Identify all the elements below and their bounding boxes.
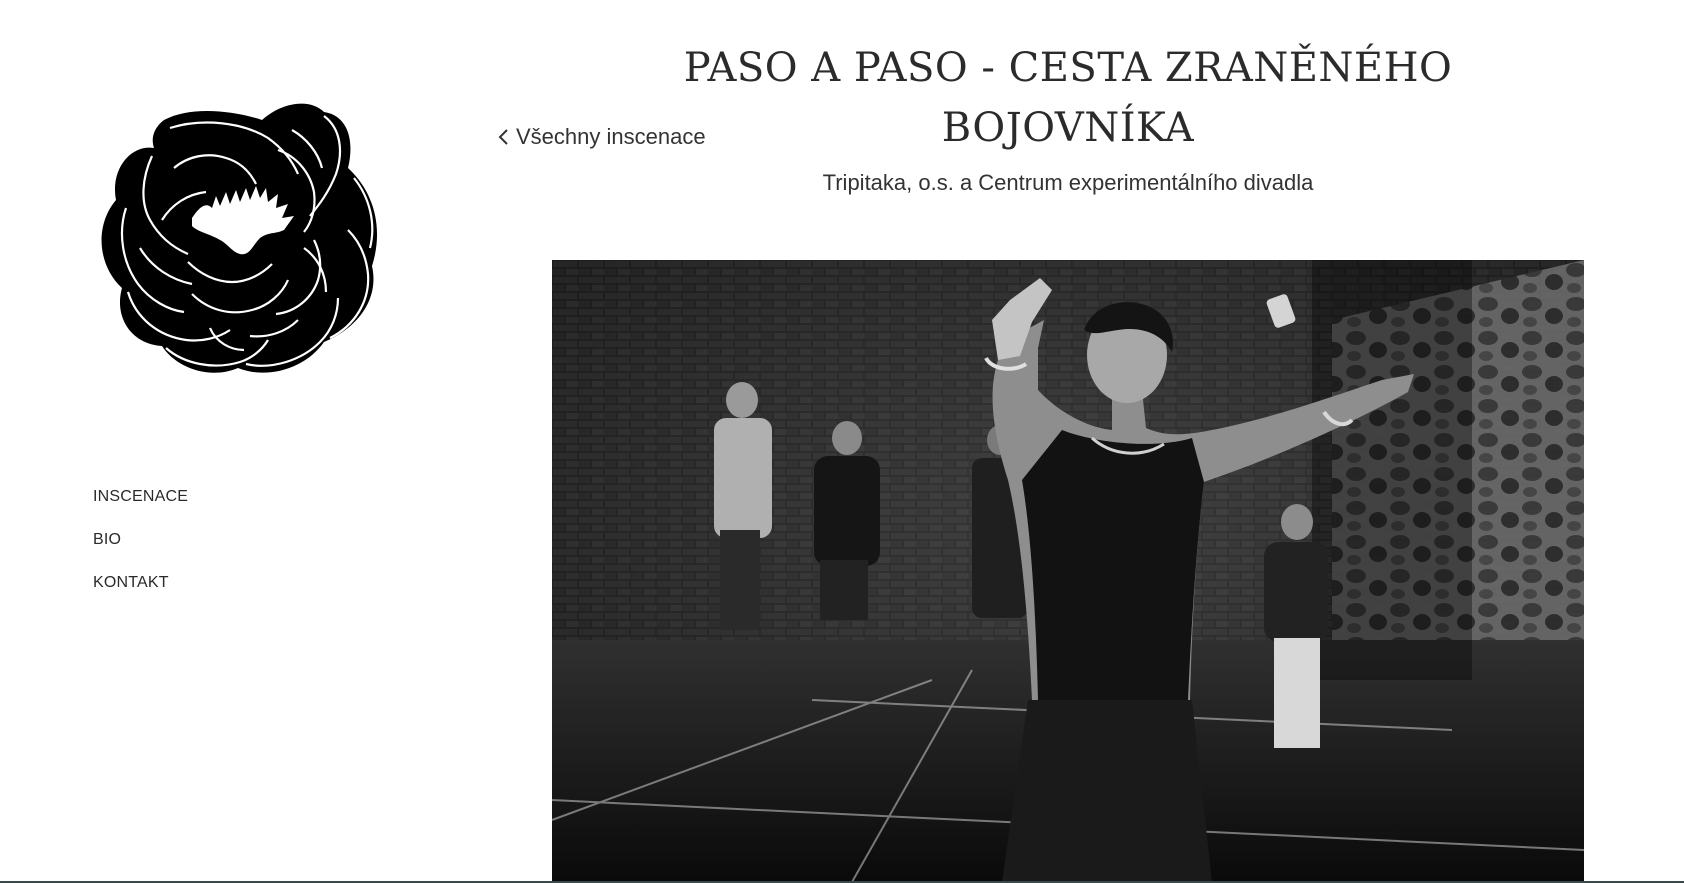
performance-photo-icon — [552, 260, 1584, 882]
page: INSCENACE BIO KONTAKT Všechny inscenace … — [0, 0, 1684, 883]
production-photo[interactable] — [552, 260, 1584, 882]
nav-item-bio[interactable]: BIO — [93, 531, 188, 551]
peony-flower-logo-icon — [101, 103, 378, 373]
nav-item-inscenace[interactable]: INSCENACE — [93, 488, 188, 508]
site-logo[interactable] — [92, 98, 392, 380]
production-title: PASO A PASO - CESTA ZRANĚNÉHO BOJOVNÍKA — [683, 45, 1453, 151]
production-subtitle: Tripitaka, o.s. a Centrum experimentální… — [822, 170, 1314, 195]
nav-item-kontakt[interactable]: KONTAKT — [93, 574, 188, 594]
main-nav: INSCENACE BIO KONTAKT — [93, 488, 188, 617]
chevron-left-icon — [496, 127, 510, 147]
